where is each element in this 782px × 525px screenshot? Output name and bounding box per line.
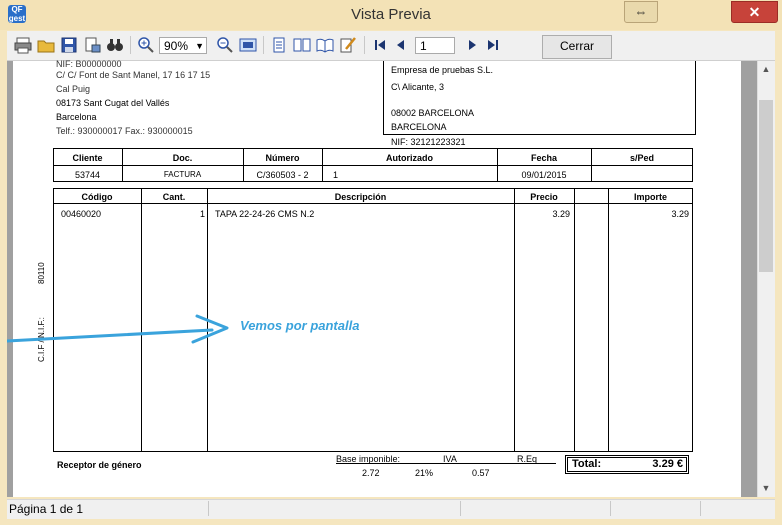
first-page-icon[interactable] [371, 36, 389, 54]
window-title: Vista Previa [351, 6, 431, 23]
zoom-select[interactable]: 90% ▼ [159, 37, 207, 54]
base-value: 2.72 [362, 468, 380, 478]
find-icon[interactable] [106, 36, 124, 54]
recipient-province: BARCELONA [391, 122, 447, 132]
edit-icon[interactable] [339, 36, 357, 54]
value-numero: C/360503 - 2 [256, 170, 309, 180]
label-fecha: Fecha [530, 153, 557, 163]
close-window-button[interactable]: ✕ [731, 1, 778, 23]
annotation-text: Vemos por pantalla [240, 318, 360, 333]
page-setup-icon[interactable] [83, 36, 101, 54]
value-autorizado: 1 [333, 170, 339, 180]
status-separator [610, 501, 611, 516]
book-icon[interactable] [316, 36, 334, 54]
value-doc: FACTURA [163, 170, 202, 179]
status-separator [460, 501, 461, 516]
recipient-nif: NIF: 32121223321 [391, 137, 466, 147]
label-doc: Doc. [172, 153, 193, 163]
sender-city: 08173 Sant Cugat del Vallés [56, 98, 170, 108]
recipient-street: C\ Alicante, 3 [391, 82, 445, 92]
iva-value: 0.57 [472, 468, 490, 478]
print-icon[interactable] [14, 36, 32, 54]
side-cif-number: 80110 [37, 262, 46, 284]
chevron-down-icon[interactable]: ▼ [195, 38, 204, 55]
value-cliente: 53744 [74, 170, 101, 180]
status-separator [700, 501, 701, 516]
label-autorizado: Autorizado [386, 153, 433, 163]
fit-page-icon[interactable] [239, 36, 257, 54]
column-divider [608, 188, 609, 452]
row-codigo: 00460020 [61, 209, 102, 219]
col-precio: Precio [530, 192, 558, 202]
page-status: Página 1 de 1 [9, 502, 84, 516]
col-cant: Cant. [162, 192, 186, 202]
total-value: 3.29 € [652, 458, 683, 470]
column-divider [514, 188, 515, 452]
sender-province: Barcelona [56, 112, 97, 122]
recipient-zip-city: 08002 BARCELONA [391, 108, 475, 118]
scroll-up-icon[interactable]: ▲ [757, 61, 775, 78]
toolbar-separator [130, 36, 131, 54]
previous-page-icon[interactable] [392, 36, 410, 54]
zoom-out-icon[interactable] [216, 36, 234, 54]
receptor-label: Receptor de género [57, 460, 142, 470]
zoom-in-icon[interactable] [137, 36, 155, 54]
close-button[interactable]: Cerrar [542, 35, 612, 59]
value-fecha: 09/01/2015 [521, 170, 567, 180]
single-page-icon[interactable] [270, 36, 288, 54]
lines-table-header-divider [53, 203, 693, 204]
save-icon[interactable] [60, 36, 78, 54]
label-numero: Número [265, 153, 300, 163]
sender-nif: NIF: B00000000 [56, 59, 122, 69]
restore-button[interactable]: ⇔ [624, 1, 658, 23]
status-bar [7, 499, 775, 519]
sender-address-line-2: Cal Puig [56, 84, 91, 94]
row-importe: 3.29 [671, 209, 689, 219]
next-page-icon[interactable] [463, 36, 481, 54]
row-precio: 3.29 [552, 209, 570, 219]
page-number-input[interactable]: 1 [415, 37, 455, 54]
sender-address-line: C/ C/ Font de Sant Manel, 17 16 17 15 [56, 70, 211, 80]
total-label: Total: [572, 458, 602, 470]
row-descripcion: TAPA 22-24-26 CMS N.2 [215, 209, 315, 219]
iva-percent: 21% [415, 468, 434, 478]
label-sped: s/Ped [629, 153, 654, 163]
zoom-value: 90% [164, 39, 189, 53]
col-descripcion: Descripción [334, 192, 387, 202]
toolbar-separator [364, 36, 365, 54]
footer-divider [336, 463, 556, 464]
column-divider [574, 188, 575, 452]
col-codigo: Código [81, 192, 113, 202]
annotation-arrow-icon [7, 314, 229, 344]
status-separator [208, 501, 209, 516]
sender-phones: Telf.: 930000017 Fax.: 930000015 [56, 126, 193, 136]
header-table-divider [53, 165, 693, 166]
label-cliente: Cliente [72, 153, 103, 163]
two-pages-icon[interactable] [293, 36, 311, 54]
scrollbar-thumb[interactable] [759, 100, 773, 272]
last-page-icon[interactable] [484, 36, 502, 54]
col-importe: Importe [633, 192, 667, 202]
open-folder-icon[interactable] [37, 36, 55, 54]
recipient-name: Empresa de pruebas S.L. [391, 65, 494, 75]
row-cant: 1 [199, 209, 205, 219]
scroll-down-icon[interactable]: ▼ [757, 480, 775, 497]
toolbar-separator [263, 36, 264, 54]
